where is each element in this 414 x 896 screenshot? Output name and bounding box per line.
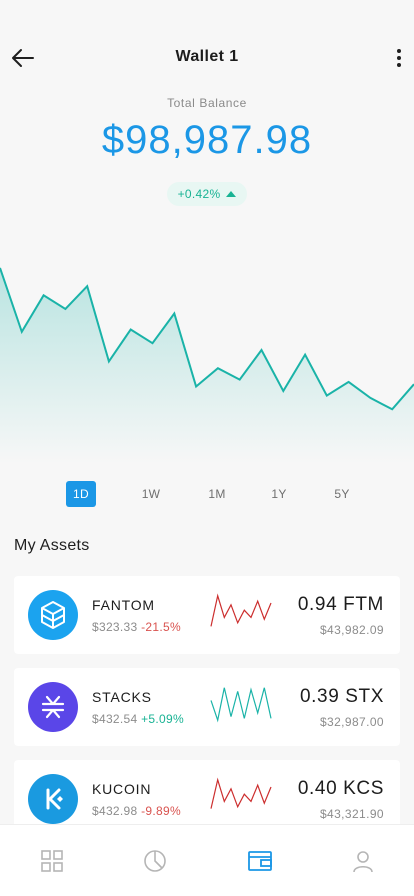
grid-icon: [41, 850, 63, 872]
section-title: My Assets: [14, 537, 90, 554]
range-5y[interactable]: 5Y: [327, 481, 357, 507]
asset-name: STACKS: [92, 689, 152, 705]
asset-holding: 0.39 STX: [299, 686, 384, 707]
asset-price: $323.33: [92, 620, 138, 634]
fantom-logo-icon: [28, 590, 78, 640]
range-1d[interactable]: 1D: [66, 481, 96, 507]
balance-label: Total Balance: [167, 96, 247, 110]
time-range-selector: 1D 1W 1M 1Y 5Y: [0, 481, 414, 507]
asset-card-kucoin[interactable]: KUCOIN $432.98 -9.89% 0.40 KCS $43,321.9…: [14, 760, 400, 824]
tab-portfolio[interactable]: [141, 847, 169, 875]
more-options-button[interactable]: [390, 44, 408, 72]
chart-area-fill: [0, 267, 414, 464]
trend-up-icon: [226, 191, 237, 197]
wallet-screen: Wallet 1 Total Balance $98,987.98 +0.42%…: [0, 0, 414, 896]
asset-sparkline: [210, 593, 272, 627]
stacks-logo-icon: [28, 682, 78, 732]
top-bar: Wallet 1: [0, 38, 414, 78]
asset-holding-value: $43,321.90: [319, 807, 384, 821]
kucoin-logo-icon: [28, 774, 78, 824]
asset-change: -9.89%: [141, 804, 181, 818]
more-vertical-icon: [397, 49, 401, 67]
page-title: Wallet 1: [175, 48, 239, 65]
range-1m[interactable]: 1M: [202, 481, 232, 507]
asset-list: FANTOM $323.33 -21.5% 0.94 FTM $43,982.0…: [14, 576, 400, 824]
asset-holding-value: $43,982.09: [319, 623, 384, 637]
balance-change-badge: +0.42%: [167, 182, 247, 206]
range-1y[interactable]: 1Y: [264, 481, 294, 507]
balance-change-text: +0.42%: [177, 187, 221, 201]
bottom-tab-bar: [0, 824, 414, 896]
tab-dashboard[interactable]: [38, 847, 66, 875]
asset-holding: 0.94 FTM: [297, 594, 384, 615]
asset-change: -21.5%: [141, 620, 181, 634]
user-icon: [353, 851, 373, 873]
asset-price: $432.98: [92, 804, 138, 818]
balance-value: $98,987.98: [101, 118, 313, 162]
asset-name: FANTOM: [92, 597, 155, 613]
asset-sparkline: [210, 777, 272, 809]
tab-profile[interactable]: [349, 847, 377, 875]
asset-card-stacks[interactable]: STACKS $432.54 +5.09% 0.39 STX $32,987.0…: [14, 668, 400, 746]
tab-wallet[interactable]: [246, 847, 274, 875]
asset-price-row: $432.98 -9.89%: [92, 804, 181, 818]
asset-price-row: $432.54 +5.09%: [92, 712, 184, 726]
pie-chart-icon: [144, 850, 166, 872]
asset-sparkline: [210, 687, 272, 723]
asset-price-row: $323.33 -21.5%: [92, 620, 181, 634]
asset-holding: 0.40 KCS: [297, 778, 384, 799]
asset-holding-value: $32,987.00: [319, 715, 384, 729]
asset-name: KUCOIN: [92, 781, 152, 797]
asset-change: +5.09%: [141, 712, 184, 726]
asset-card-fantom[interactable]: FANTOM $323.33 -21.5% 0.94 FTM $43,982.0…: [14, 576, 400, 654]
range-1w[interactable]: 1W: [136, 481, 166, 507]
balance-chart: [0, 267, 414, 464]
asset-price: $432.54: [92, 712, 138, 726]
wallet-icon: [248, 851, 272, 871]
